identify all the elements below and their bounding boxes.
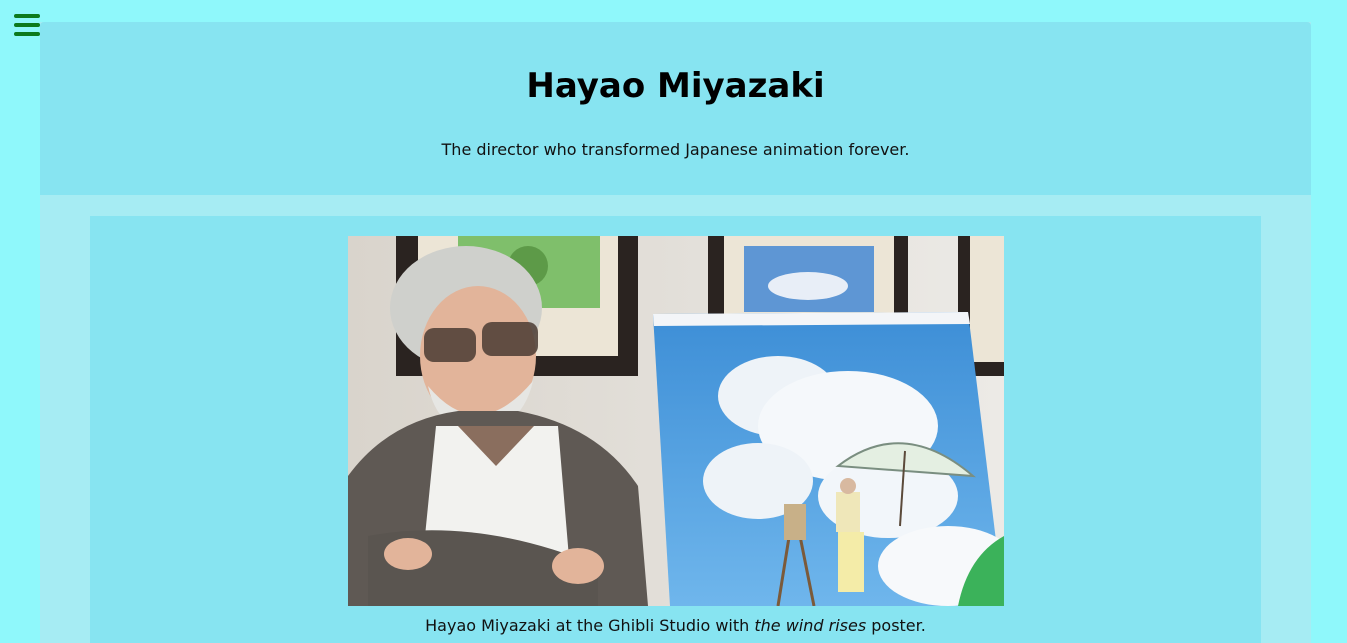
page-title: Hayao Miyazaki xyxy=(526,66,825,106)
page-header: Hayao Miyazaki The director who transfor… xyxy=(40,22,1311,195)
caption-suffix: poster. xyxy=(866,616,926,635)
tribute-container: Hayao Miyazaki The director who transfor… xyxy=(40,22,1311,643)
page-subtitle: The director who transformed Japanese an… xyxy=(441,140,910,159)
miyazaki-photo xyxy=(348,236,1004,606)
caption-film-title: the wind rises xyxy=(754,616,867,635)
caption-text: Hayao Miyazaki at the Ghibli Studio with xyxy=(425,616,755,635)
image-section: Hayao Miyazaki at the Ghibli Studio with… xyxy=(90,216,1261,643)
photo-caption: Hayao Miyazaki at the Ghibli Studio with… xyxy=(90,616,1261,635)
hamburger-menu-icon[interactable] xyxy=(14,14,40,36)
